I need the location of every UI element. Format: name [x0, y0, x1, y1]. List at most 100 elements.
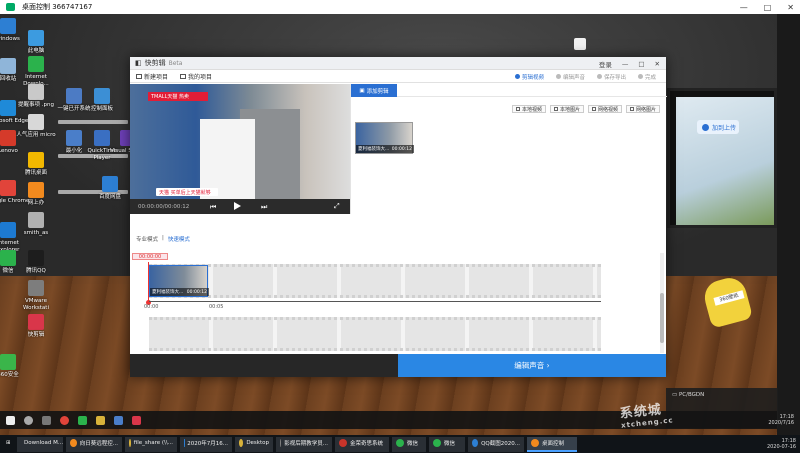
remote-tray-clock: 17:18 2020/7/16 — [768, 414, 794, 426]
taskbar-item[interactable]: 桌面控制 — [527, 436, 577, 452]
taskbar-app-icon — [339, 439, 347, 447]
quick-mode-tab[interactable]: 快速模式 — [168, 235, 190, 243]
desktop-icon[interactable]: Lenovo — [0, 130, 30, 155]
remote-control-titlebar: 桌面控制 366747167 — □ ✕ — [0, 0, 800, 14]
desktop-icon[interactable]: 360安全 — [0, 354, 30, 379]
local-taskbar: ⊞ Download M... 向日葵远程控... file_share (\\...… — [0, 435, 800, 453]
playback-time: 00:00:00/00:00:12 — [138, 203, 190, 210]
chrome-icon[interactable] — [60, 415, 69, 425]
file-explorer-icon[interactable] — [96, 415, 105, 425]
audio-track[interactable] — [149, 317, 601, 351]
search-icon[interactable] — [24, 415, 33, 425]
app-shortcut-icon — [28, 56, 44, 72]
taskbar-item[interactable]: 微信 — [429, 436, 465, 452]
step-export[interactable]: 保存导出 — [596, 73, 626, 81]
new-file-icon — [136, 73, 142, 79]
timeline-clip[interactable]: 夏利福装饰大... 00:00:12 — [149, 265, 209, 297]
desktop-icon[interactable]: 此电脑 — [14, 30, 58, 55]
import-web-video-button[interactable]: 网络视频 — [587, 105, 622, 113]
taskbar-item-label: 2020年7月16... — [187, 441, 228, 447]
desktop-icon[interactable]: 快剪辑 — [14, 314, 58, 339]
desktop-icon[interactable]: 微信 — [0, 250, 30, 275]
screen: 桌面控制 366747167 — □ ✕ windows此电脑Internet … — [0, 0, 800, 453]
step-edit-audio[interactable]: 编辑声音 — [555, 73, 585, 81]
taskbar-item[interactable]: Desktop — [235, 436, 273, 452]
timeline-playhead[interactable] — [146, 262, 151, 305]
taskbar-item[interactable]: file_share (\\... — [125, 436, 177, 452]
taskbar-item[interactable]: 2020年7月16... — [180, 436, 232, 452]
timeline-clip-duration: 00:00:12 — [186, 289, 207, 295]
app-shortcut-icon — [28, 182, 44, 198]
start-icon[interactable] — [6, 415, 15, 425]
next-frame-button[interactable]: ⏭ — [261, 203, 267, 212]
video-frame: TMALL天猫 热卖 天猫 买单后上天猫就够 — [130, 84, 350, 199]
previous-frame-button[interactable]: ⏮ — [210, 203, 216, 212]
pro-mode-tab[interactable]: 专业模式 — [136, 235, 158, 243]
taskbar-item[interactable]: QQ截图2020... — [468, 436, 524, 452]
desktop-icon[interactable]: 控制面板 — [80, 88, 124, 113]
app-shortcut-icon — [0, 130, 16, 146]
remote-close-button[interactable]: ✕ — [787, 3, 794, 12]
remote-minimize-button[interactable]: — — [740, 3, 748, 12]
import-web-image-button[interactable]: 网络图片 — [625, 105, 660, 113]
taskbar-item[interactable]: 微信 — [392, 436, 426, 452]
app-maximize-button[interactable]: □ — [638, 60, 644, 68]
taskbar-item[interactable]: 影视后期教学员... — [276, 436, 332, 452]
fullscreen-button[interactable]: ⤢ — [334, 202, 340, 211]
remote-maximize-button[interactable]: □ — [764, 3, 772, 12]
taskbar-item-label: Download M... — [24, 440, 63, 446]
video-caption: 天猫 买单后上天猫就够 — [156, 188, 218, 196]
taskbar-item-label: 影视后期教学员... — [284, 441, 328, 447]
step-edit-video[interactable]: 剪辑视频 — [514, 73, 544, 81]
local-start-icon[interactable]: ⊞ — [2, 436, 14, 452]
desktop-icon[interactable]: 网上办 — [14, 182, 58, 207]
desktop-icon[interactable]: 腾讯桌面 — [14, 152, 58, 177]
media-library-panel: ▣ 添加剪辑 本地视频 本地图片 网络视频 网络图片 夏利福装饰大... 00:0… — [350, 84, 667, 214]
login-button[interactable]: 登录 — [599, 59, 612, 69]
app-close-button[interactable]: ✕ — [655, 60, 660, 68]
import-local-image-button[interactable]: 本地图片 — [549, 105, 584, 113]
desktop-icon-label: smith_as — [23, 230, 49, 236]
upload-float-button[interactable]: 加到上传 — [697, 120, 739, 134]
media-clip-thumbnail[interactable]: 夏利福装饰大... 00:00:12 — [355, 122, 414, 154]
step-done[interactable]: 完成 — [637, 73, 656, 81]
app-logo-icon: ◧ — [135, 59, 142, 67]
app-minimize-button[interactable]: — — [622, 60, 629, 68]
desktop-icon-label: 微信 — [2, 268, 14, 274]
store-icon[interactable] — [114, 415, 123, 425]
taskbar-app-icon — [129, 439, 131, 447]
app-shortcut-icon — [28, 152, 44, 168]
workflow-steps: 剪辑视频 编辑声音 保存导出 完成 — [514, 70, 656, 83]
desktop-icon[interactable]: 回收站 — [0, 58, 30, 83]
import-buttons: 本地视频 本地图片 网络视频 网络图片 — [511, 105, 660, 113]
taskbar-item[interactable]: Download M... — [17, 436, 63, 452]
tab-add-clip[interactable]: ▣ 添加剪辑 — [351, 84, 397, 97]
app-shortcut-icon — [28, 212, 44, 228]
tmall-tag: TMALL天猫 热卖 — [148, 92, 208, 101]
my-projects-button[interactable]: 我的项目 — [180, 72, 212, 81]
desktop-icon[interactable]: 百度网盘 — [88, 176, 132, 201]
app-name: 快剪辑 — [144, 59, 166, 67]
desktop-icon[interactable]: smith_as — [14, 212, 58, 237]
taskbar-app-icon — [433, 439, 441, 447]
new-project-button[interactable]: 新建项目 — [136, 72, 168, 81]
app-beta-badge: Beta — [168, 59, 183, 67]
desktop-icon[interactable]: VMware Workstati — [14, 280, 58, 311]
play-button[interactable] — [234, 202, 241, 210]
task-view-icon[interactable] — [42, 415, 51, 425]
edit-audio-next-button[interactable]: 编辑声音 › — [398, 354, 666, 377]
video-track[interactable] — [149, 264, 601, 298]
taskbar-item[interactable]: 向日葵远程控... — [66, 436, 122, 452]
wechat-icon[interactable] — [78, 415, 87, 425]
site-watermark: 系统城 xtcheng.cc — [619, 402, 674, 430]
import-local-video-button[interactable]: 本地视频 — [511, 105, 546, 113]
timeline-clip-name: 夏利福装饰大... — [152, 290, 184, 295]
timeline-current-time: 00:00:00 — [132, 253, 168, 260]
app-window-controls: 登录 — □ ✕ — [599, 57, 660, 70]
ruler-label: 00:00 — [144, 304, 159, 310]
timeline: 00:00:00 夏利福装饰大... 00:00:12 00:00 00:05 — [130, 248, 666, 354]
timeline-scrollbar[interactable] — [660, 253, 664, 353]
jianji-taskbar-icon[interactable] — [132, 415, 141, 425]
desktop-icon-label: 360安全 — [0, 372, 19, 378]
taskbar-item[interactable]: 金荣奇思系统 — [335, 436, 389, 452]
